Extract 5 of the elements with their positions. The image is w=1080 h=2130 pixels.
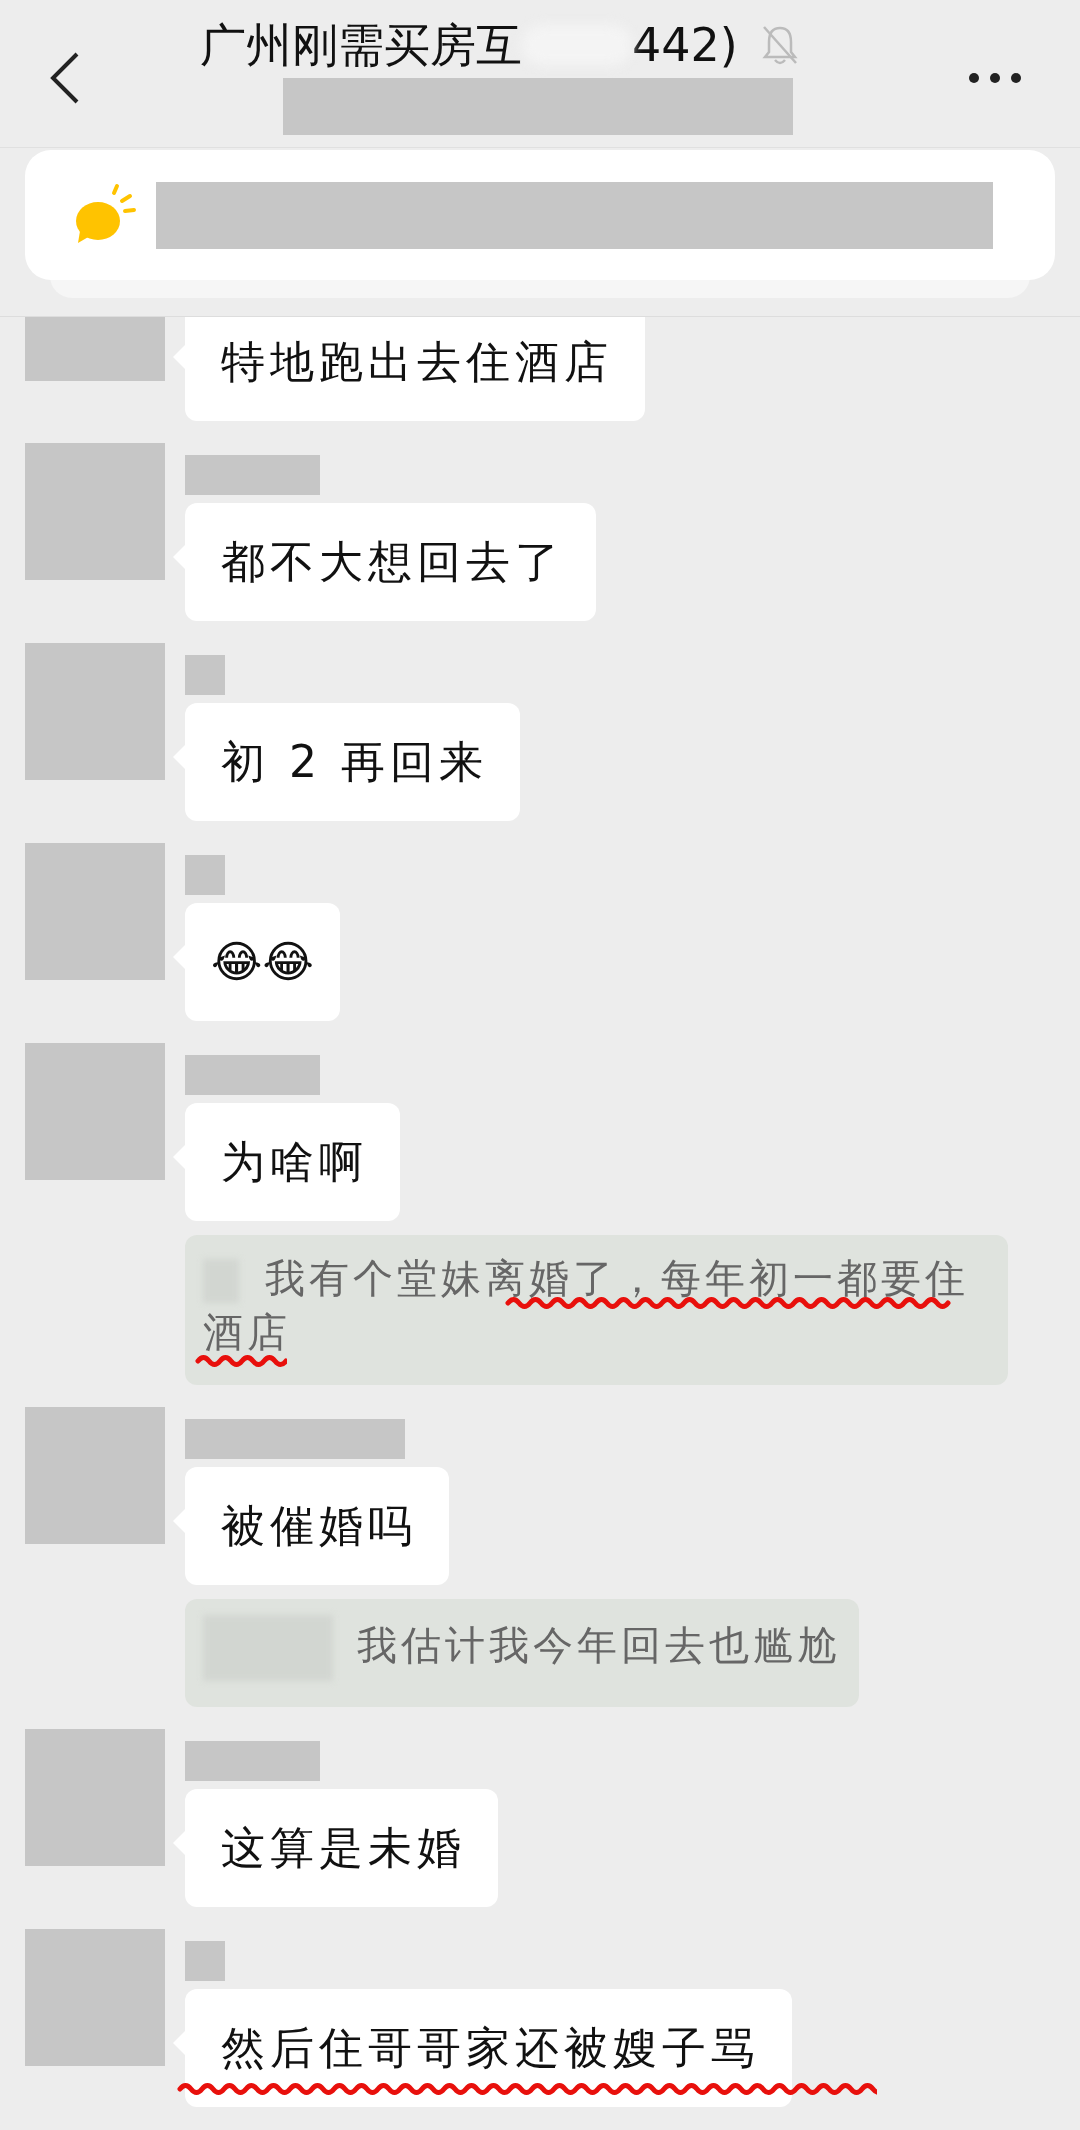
quote-text: 我估计我今年回去也尴尬 — [203, 1613, 841, 1683]
quote-text: 我有个堂妹离婚了，每年初一都要住酒店 — [203, 1254, 970, 1357]
member-count: 442) — [632, 22, 738, 68]
chat-title: 广州刚需买房互 — [200, 22, 522, 68]
more-icon[interactable] — [967, 71, 1023, 85]
